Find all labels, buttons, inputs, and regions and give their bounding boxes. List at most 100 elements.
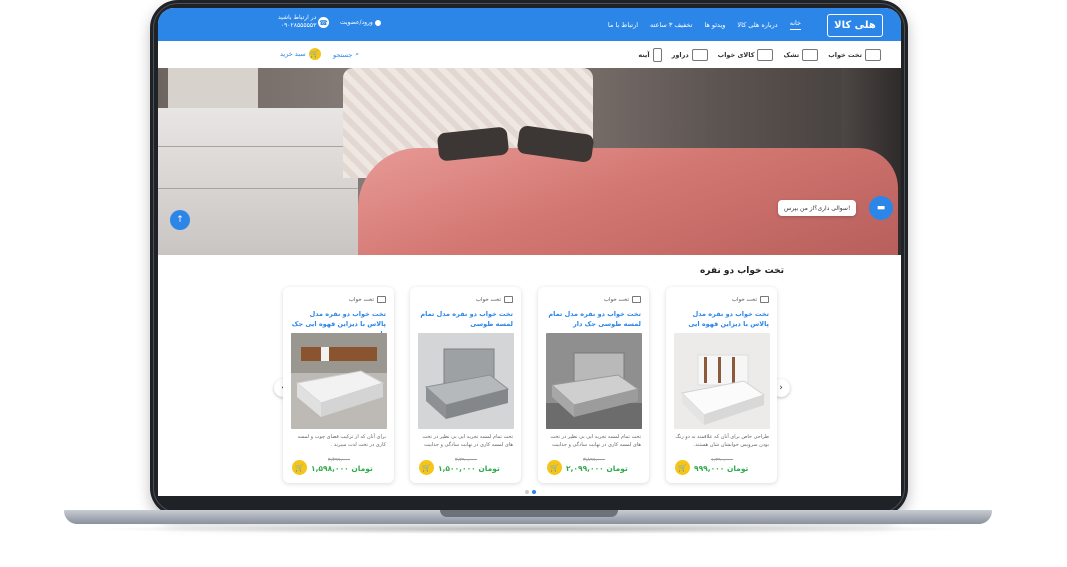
product-price: ۱,۵۹۸,۰۰۰ تومان [311,464,373,473]
search-button[interactable]: جستجو ⌕ [333,50,359,59]
carousel-dots [525,490,536,494]
product-card[interactable]: تخت خواب تخت خواب دو نفره مدل پالاس با د… [666,287,777,483]
chevron-right-icon: › [779,383,783,393]
category-list: تخت خواب تشک کالای خواب دراور آینه [638,41,881,68]
cart-icon: 🛒 [308,48,321,60]
product-category-label: تخت خواب [603,296,629,303]
product-card[interactable]: تخت خواب تخت خواب دو نفره مدل تمام لمسه … [410,287,521,483]
search-label: جستجو [333,50,353,59]
category-label: تخت خواب [828,50,862,59]
scroll-up-button[interactable]: ↑ [170,210,190,230]
bed-icon [865,48,881,61]
bedding-icon [757,48,774,61]
product-description: طراحی خاص برای آنان که علاقمند به دو رنگ… [675,434,769,448]
product-image[interactable] [674,333,770,429]
product-card[interactable]: تخت خواب تخت خواب دو نفره مدل پالاس با د… [283,287,394,483]
dresser-line [158,188,358,189]
hero-lamp [168,68,258,108]
bed-icon [632,296,641,303]
category-dresser[interactable]: دراور [672,48,708,61]
add-to-cart-button[interactable]: 🛒 [419,460,434,475]
site-logo[interactable]: هلی کالا [827,14,883,37]
product-title[interactable]: تخت خواب دو نفره مدل تمام لمسه طوسی جک د… [545,309,641,329]
chat-prompt[interactable]: سوالی داری؟از من بپرس! [778,200,857,216]
search-icon: ⌕ [355,50,359,58]
product-image[interactable] [291,333,387,429]
cart-icon: 🛒 [422,463,431,472]
product-price: ۲,۰۹۹,۰۰۰ تومان [566,464,628,473]
category-label: آینه [638,50,650,59]
price-value: ۱,۵۰۰,۰۰۰ [438,464,476,473]
cart-icon: 🛒 [678,463,687,472]
bed-icon [377,296,386,303]
carousel-dot-active[interactable] [532,490,536,494]
login-link[interactable]: ورود/عضویت [340,19,381,26]
nav-about[interactable]: درباره هلی کالا [737,21,777,29]
add-to-cart-button[interactable]: 🛒 [675,460,690,475]
chat-button[interactable]: ▬ [869,196,893,220]
product-old-price: ۱,۲۹۰,۰۰۰ [711,457,733,463]
dresser-line [158,146,358,147]
product-price: ۱,۵۰۰,۰۰۰ تومان [438,464,500,473]
bed-icon [504,296,513,303]
contact-phone[interactable]: ۰۹۰۲۸۵۵۵۵۵۳ [278,22,316,30]
price-value: ۹۹۹,۰۰۰ [694,464,725,473]
price-value: ۱,۵۹۸,۰۰۰ [311,464,349,473]
contact-info: در ارتباط باشید ۰۹۰۲۸۵۵۵۵۵۳ [278,14,316,30]
product-category-label: تخت خواب [348,296,374,303]
mattress-icon [802,48,819,61]
laptop-notch [440,510,618,517]
price-currency: تومان [726,464,749,473]
contact-label: در ارتباط باشید [278,14,317,21]
product-category-label: تخت خواب [475,296,501,303]
hero-banner: ↑ سوالی داری؟از من بپرس! ▬ [158,68,901,255]
product-category: تخت خواب [604,296,641,303]
login-label: ورود/عضویت [340,19,373,26]
product-card[interactable]: تخت خواب تخت خواب دو نفره مدل تمام لمسه … [538,287,649,483]
carousel-dot[interactable] [525,490,529,494]
product-image[interactable] [546,333,642,429]
cart-label: سبد خرید [280,50,306,58]
product-title[interactable]: تخت خواب دو نفره مدل پالاس با دیزاین قهو… [673,309,769,329]
laptop-shadow [90,524,970,534]
chat-prompt-text: سوالی داری؟از من بپرس! [784,204,851,212]
hero-dresser [158,108,358,255]
product-title[interactable]: تخت خواب دو نفره مدل تمام لمسه طوسی [417,309,513,329]
category-mattress[interactable]: تشک [783,48,819,61]
section-title: تخت خواب دو نفره [699,266,784,276]
cart-icon: 🛒 [295,463,304,472]
price-value: ۲,۰۹۹,۰۰۰ [566,464,604,473]
product-category: تخت خواب [476,296,513,303]
phone-icon: ☎ [318,17,329,28]
browser-screen: هلی کالا خانه درباره هلی کالا ویدئو ها ت… [158,8,901,496]
dresser-icon [691,48,708,61]
product-old-price: ۲,۲۹۰,۰۰۰ [455,457,477,463]
product-description: تخت تمام لمسه تجربه ایی بی نظیر در تخت ه… [550,434,641,448]
add-to-cart-button[interactable]: 🛒 [292,460,307,475]
product-category: تخت خواب [349,296,386,303]
nav-discount[interactable]: تخفیف ۳ ساعته [650,21,692,29]
cart-button[interactable]: سبد خرید 🛒 [280,48,321,60]
product-price: ۹۹۹,۰۰۰ تومان [694,464,748,473]
category-label: تشک [783,50,800,59]
user-icon [374,19,381,26]
nav-home[interactable]: خانه [789,19,801,30]
category-bar: تخت خواب تشک کالای خواب دراور آینه جستجو… [158,41,901,69]
category-bedding[interactable]: کالای خواب [717,48,774,61]
nav-contact[interactable]: ارتباط با ما [608,21,638,29]
chat-icon: ▬ [876,203,886,213]
category-mirror[interactable]: آینه [638,47,662,62]
price-currency: تومان [606,464,628,473]
nav-videos[interactable]: ویدئو ها [704,21,725,29]
product-category-label: تخت خواب [731,296,757,303]
product-description: تخت تمام لمسه تجربه ایی بی نظیر در تخت ه… [422,434,513,448]
mirror-icon [652,47,662,62]
product-old-price: ۲,۴۹۹,۰۰۰ [328,457,350,463]
category-label: کالای خواب [717,50,755,59]
arrow-up-icon: ↑ [176,215,184,225]
cart-icon: 🛒 [550,463,559,472]
add-to-cart-button[interactable]: 🛒 [547,460,562,475]
category-bed[interactable]: تخت خواب [828,48,881,61]
product-image[interactable] [418,333,514,429]
price-currency: تومان [478,464,500,473]
